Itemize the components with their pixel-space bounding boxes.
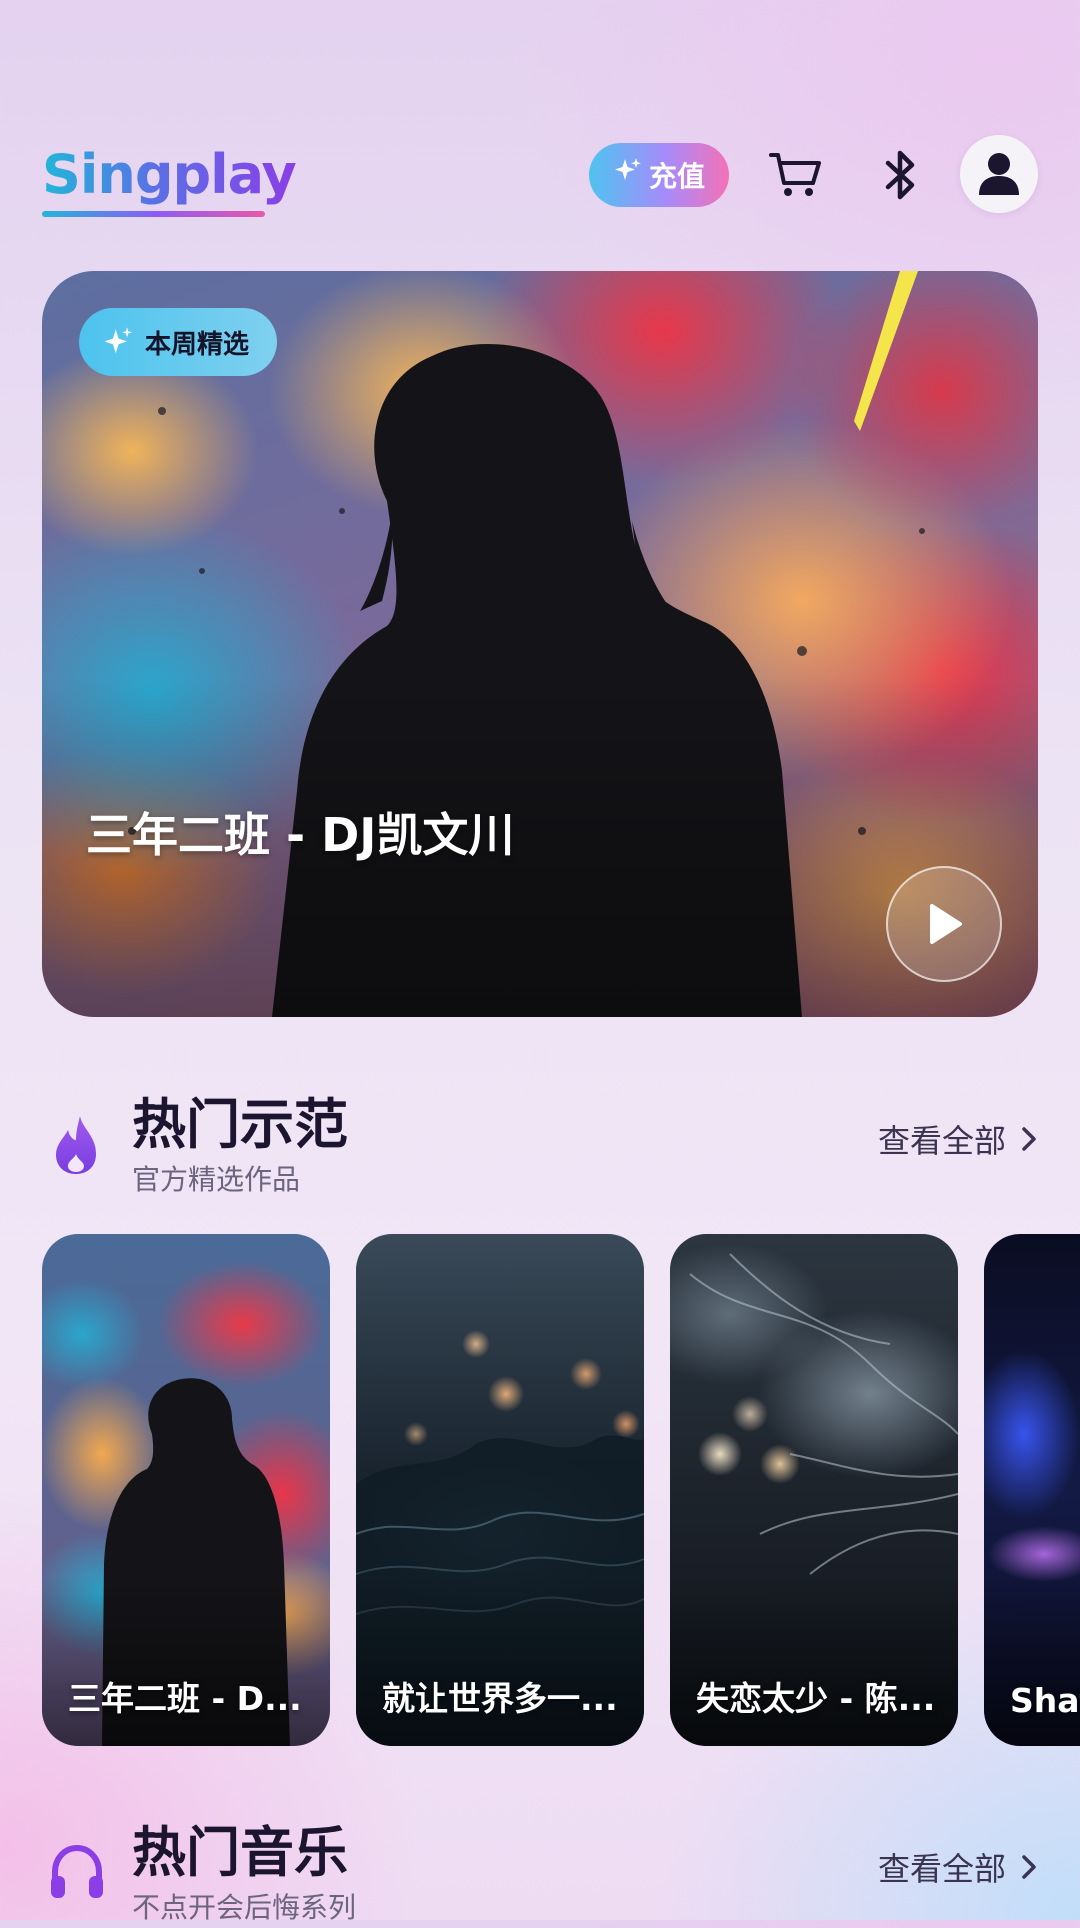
chevron-right-icon	[1022, 1127, 1036, 1151]
demo-card[interactable]: 三年二班 - D...	[42, 1234, 330, 1746]
hot-demo-carousel[interactable]: 三年二班 - D... 就让世界多一... 失恋太少 - 陈... Shat	[42, 1234, 1080, 1746]
sparkle-icon	[104, 327, 133, 354]
chevron-right-icon	[1022, 1855, 1036, 1879]
featured-hero-card[interactable]: 本周精选 三年二班 - DJ凯文川	[42, 271, 1038, 1017]
see-all-link[interactable]: 查看全部	[878, 1116, 1038, 1162]
card-title: 失恋太少 - 陈...	[696, 1679, 936, 1718]
headphones-icon	[51, 1844, 103, 1898]
play-icon	[930, 904, 962, 944]
section-subtitle: 不点开会后悔系列	[132, 1891, 357, 1924]
see-all-label: 查看全部	[877, 1850, 1006, 1888]
cart-icon[interactable]	[764, 143, 828, 207]
app-logo[interactable]: Singplay	[42, 143, 297, 206]
card-shade	[356, 1576, 644, 1746]
card-shade	[670, 1576, 958, 1746]
flame-icon	[56, 1116, 96, 1174]
hot-music-section-header: 热门音乐 不点开会后悔系列 查看全部	[42, 1808, 1038, 1928]
card-title: Shat	[1010, 1681, 1080, 1720]
hero-title: 三年二班 - DJ凯文川	[86, 808, 515, 862]
badge-label: 本周精选	[145, 329, 250, 360]
weekly-pick-badge: 本周精选	[79, 308, 278, 376]
recharge-button[interactable]: 充值	[589, 143, 729, 207]
user-icon	[979, 153, 1019, 195]
demo-card[interactable]: Shat	[984, 1234, 1080, 1746]
section-subtitle: 官方精选作品	[132, 1163, 301, 1196]
hot-demo-section-header: 热门示范 官方精选作品 查看全部	[42, 1080, 1038, 1200]
demo-card[interactable]: 就让世界多一...	[356, 1234, 644, 1746]
card-shade	[42, 1576, 330, 1746]
section-title: 热门音乐	[132, 1821, 348, 1884]
section-title: 热门示范	[132, 1093, 348, 1156]
demo-card[interactable]: 失恋太少 - 陈...	[670, 1234, 958, 1746]
top-header: Singplay 充值	[42, 135, 1038, 217]
card-title: 就让世界多一...	[382, 1679, 618, 1718]
see-all-label: 查看全部	[877, 1122, 1006, 1160]
card-shade	[984, 1576, 1080, 1746]
logo-underline	[42, 211, 265, 217]
card-title: 三年二班 - D...	[68, 1679, 302, 1718]
recharge-label: 充值	[648, 160, 705, 193]
bluetooth-icon[interactable]	[868, 143, 932, 207]
user-avatar-button[interactable]	[960, 135, 1038, 213]
play-button[interactable]	[886, 866, 1002, 982]
see-all-link[interactable]: 查看全部	[878, 1844, 1038, 1890]
sparkle-icon	[613, 157, 643, 194]
